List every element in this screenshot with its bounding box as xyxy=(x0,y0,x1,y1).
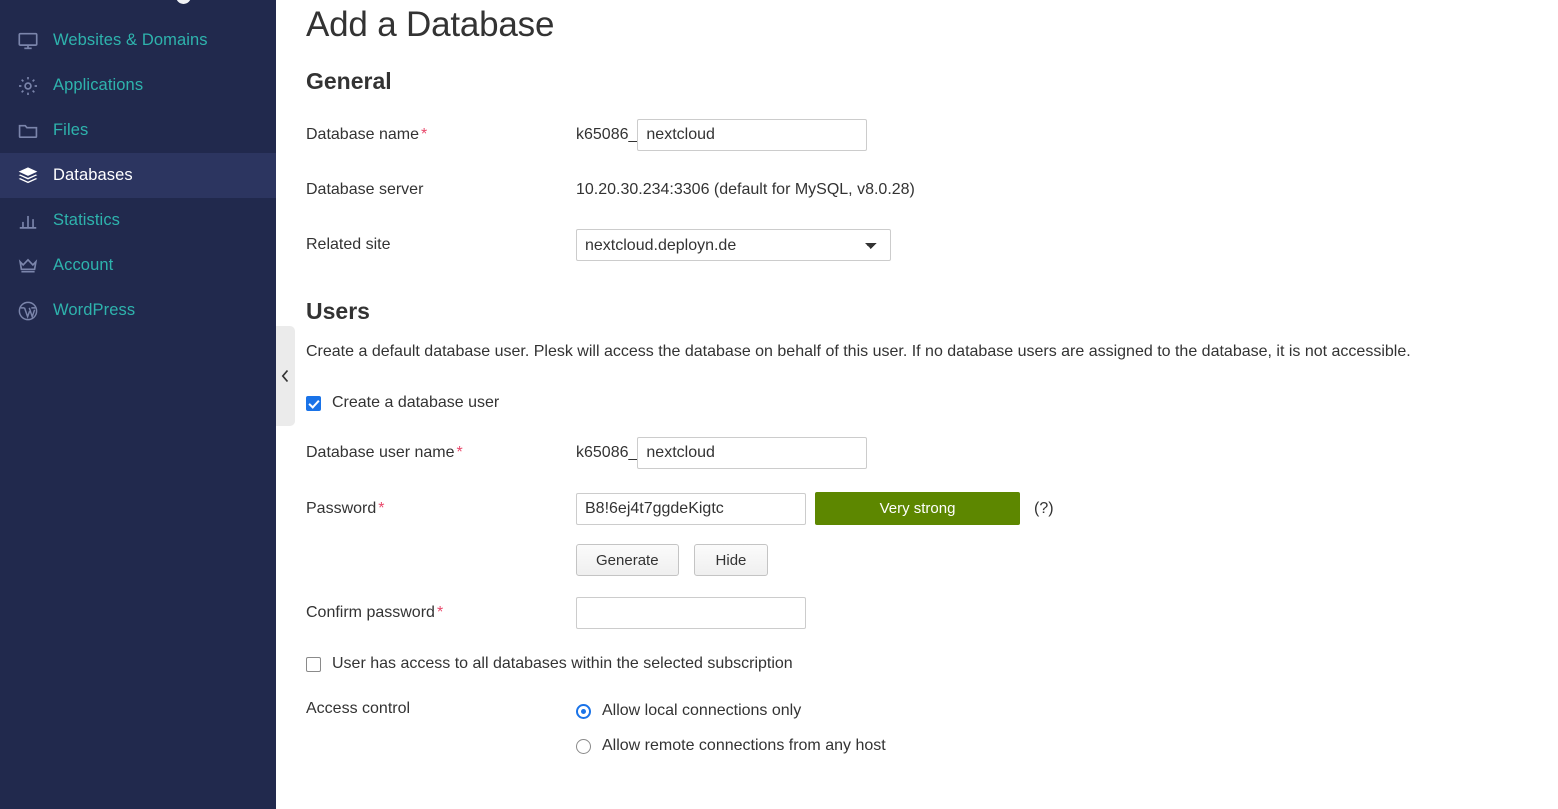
wordpress-icon xyxy=(16,299,40,323)
database-user-name-control: k65086_ xyxy=(576,437,868,469)
users-section: Users Create a default database user. Pl… xyxy=(306,296,1558,759)
confirm-password-row: Confirm password * xyxy=(306,597,1558,629)
confirm-password-label: Confirm password * xyxy=(306,602,576,624)
crown-icon xyxy=(16,254,40,278)
sidebar-item-account[interactable]: Account xyxy=(0,243,276,288)
database-user-name-label: Database user name * xyxy=(306,442,576,464)
database-name-label-text: Database name xyxy=(306,126,419,143)
radio-local-connections-label[interactable]: Allow local connections only xyxy=(602,702,801,720)
general-section: General Database name* k65086_ Database … xyxy=(306,66,1558,261)
sidebar-item-statistics[interactable]: Statistics xyxy=(0,198,276,243)
required-marker: * xyxy=(436,604,444,621)
sidebar-item-label: Websites & Domains xyxy=(53,31,208,49)
sidebar-item-applications[interactable]: Applications xyxy=(0,63,276,108)
database-server-row: Database server 10.20.30.234:3306 (defau… xyxy=(306,174,1558,206)
sidebar-item-websites-domains[interactable]: Websites & Domains xyxy=(0,18,276,63)
password-buttons-row: Generate Hide xyxy=(306,544,1558,576)
sidebar-item-databases[interactable]: Databases xyxy=(0,153,276,198)
database-server-value: 10.20.30.234:3306 (default for MySQL, v8… xyxy=(576,181,915,198)
database-user-name-prefix: k65086_ xyxy=(576,444,638,461)
password-input[interactable] xyxy=(576,492,806,525)
confirm-password-label-text: Confirm password xyxy=(306,604,435,621)
bar-chart-icon xyxy=(16,209,40,233)
radio-remote-connections[interactable] xyxy=(576,738,591,754)
password-label-text: Password xyxy=(306,499,377,517)
users-section-heading: Users xyxy=(306,298,370,324)
sidebar-item-label: Files xyxy=(53,121,89,139)
access-control-option-local[interactable]: Allow local connections only xyxy=(576,698,886,724)
all-databases-access-checkbox[interactable] xyxy=(306,656,321,672)
password-help-icon[interactable]: (?) xyxy=(1034,500,1054,518)
radio-local-connections[interactable] xyxy=(576,703,591,719)
sidebar: Websites & Domains Applications Files Da… xyxy=(0,0,276,809)
required-marker: * xyxy=(456,444,463,461)
app-root: Websites & Domains Applications Files Da… xyxy=(0,0,1558,809)
radio-remote-connections-label[interactable]: Allow remote connections from any host xyxy=(602,737,886,755)
generate-password-button[interactable]: Generate xyxy=(576,544,679,576)
sidebar-item-label: Applications xyxy=(53,76,144,94)
database-user-name-label-text: Database user name xyxy=(306,444,455,461)
password-label: Password * xyxy=(306,498,576,520)
password-buttons-group: Generate Hide xyxy=(576,544,769,576)
required-marker: * xyxy=(378,499,385,517)
general-section-heading: General xyxy=(306,68,392,94)
sidebar-nav-list: Websites & Domains Applications Files Da… xyxy=(0,18,276,333)
hide-password-button[interactable]: Hide xyxy=(693,544,769,576)
access-control-radio-group: Allow local connections only Allow remot… xyxy=(576,698,886,759)
access-control-label: Access control xyxy=(306,700,411,717)
password-row: Password* Very strong (?) xyxy=(306,492,1558,525)
sidebar-top-partial-logo xyxy=(176,0,191,4)
password-control: Very strong (?) xyxy=(576,492,1054,525)
folder-icon xyxy=(16,119,40,143)
monitor-icon xyxy=(16,29,40,53)
access-control-option-remote[interactable]: Allow remote connections from any host xyxy=(576,733,886,759)
related-site-row: Related site nextcloud.deployn.de xyxy=(306,229,1558,261)
database-name-control: k65086_ xyxy=(576,119,868,151)
access-control-row: Access control Allow local connections o… xyxy=(306,698,1558,759)
sidebar-item-label: Databases xyxy=(53,166,133,184)
chevron-left-icon xyxy=(281,369,290,383)
sidebar-item-label: Account xyxy=(53,256,114,274)
create-database-user-checkbox[interactable] xyxy=(306,395,321,411)
all-databases-access-row[interactable]: User has access to all databases within … xyxy=(306,655,1558,673)
confirm-password-input[interactable] xyxy=(576,597,806,629)
sidebar-item-label: WordPress xyxy=(53,301,136,319)
database-name-prefix: k65086_ xyxy=(576,126,638,143)
gear-icon xyxy=(16,74,40,98)
users-description: Create a default database user. Plesk wi… xyxy=(306,343,1411,360)
sidebar-collapse-handle[interactable] xyxy=(276,326,295,426)
related-site-label: Related site xyxy=(306,236,391,253)
database-user-name-row: Database user name * k65086_ xyxy=(306,437,1558,469)
password-strength-badge: Very strong xyxy=(815,492,1020,525)
create-database-user-label[interactable]: Create a database user xyxy=(332,394,499,412)
database-server-label: Database server xyxy=(306,181,424,198)
related-site-select[interactable]: nextcloud.deployn.de xyxy=(576,229,891,261)
database-name-input[interactable] xyxy=(637,119,868,151)
database-name-row: Database name * k65086_ xyxy=(306,119,1558,151)
layers-icon xyxy=(16,164,40,188)
all-databases-access-label[interactable]: User has access to all databases within … xyxy=(332,655,793,673)
sidebar-item-wordpress[interactable]: WordPress xyxy=(0,288,276,333)
main-content: Add a Database General Database name * k6… xyxy=(276,0,1558,809)
page-title: Add a Database xyxy=(306,5,555,44)
required-marker: * xyxy=(420,126,428,143)
sidebar-item-files[interactable]: Files xyxy=(0,108,276,153)
sidebar-item-label: Statistics xyxy=(53,211,121,229)
database-user-name-input[interactable] xyxy=(637,437,868,469)
database-name-label: Database name * xyxy=(306,124,576,146)
create-database-user-row[interactable]: Create a database user xyxy=(306,394,1558,412)
